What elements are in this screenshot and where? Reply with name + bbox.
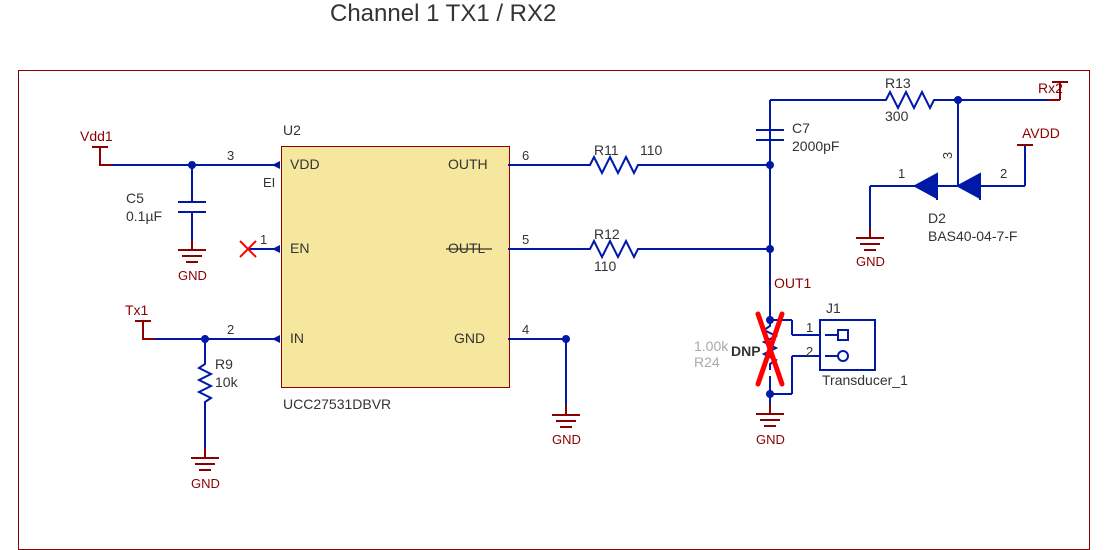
j1-name: Transducer_1	[822, 372, 908, 388]
net-rx2: Rx2	[1038, 80, 1063, 96]
resistor-r12	[584, 241, 644, 257]
r13-ref: R13	[885, 75, 911, 91]
gnd-symbol	[756, 404, 784, 426]
c7-ref: C7	[792, 120, 810, 136]
r13-val: 300	[885, 108, 908, 124]
net-out1: OUT1	[774, 275, 811, 291]
pin-outl-num: 5	[522, 232, 529, 247]
diode-d2	[890, 172, 1010, 200]
d2-pin1: 1	[898, 166, 905, 181]
c5-val: 0.1µF	[126, 208, 162, 224]
c5-ref: C5	[126, 190, 144, 206]
pin-in-name: IN	[290, 330, 304, 346]
pin-outh-name: OUTH	[448, 156, 488, 172]
connector-j1	[792, 320, 875, 370]
net-tx1: Tx1	[125, 302, 148, 318]
net-avdd: AVDD	[1022, 125, 1060, 141]
ei-text: EI	[263, 175, 275, 190]
gnd-label-r24: GND	[756, 432, 785, 447]
u2-part: UCC27531DBVR	[283, 396, 391, 412]
capacitor-c7	[756, 115, 784, 165]
resistor-r9	[199, 358, 211, 448]
r24-dnp: DNP	[731, 343, 761, 359]
r11-val: 110	[640, 142, 662, 158]
schematic-wires	[0, 0, 1110, 550]
pin-en-num: 1	[260, 232, 267, 247]
d2-ref: D2	[928, 210, 946, 226]
r9-val: 10k	[215, 374, 238, 390]
gnd-label-c5: GND	[178, 268, 207, 283]
u2-refdes: U2	[283, 122, 301, 138]
r11-ref: R11	[594, 142, 619, 158]
schematic-canvas: Channel 1 TX1 / RX2	[0, 0, 1110, 550]
d2-val: BAS40-04-7-F	[928, 228, 1017, 244]
r12-ref: R12	[594, 226, 620, 242]
d2-pin2: 2	[1000, 166, 1007, 181]
net-vdd1: Vdd1	[80, 128, 113, 144]
pin-outh-num: 6	[522, 148, 529, 163]
gnd-symbol	[178, 240, 206, 262]
r12-val: 110	[594, 258, 616, 274]
resistor-r11	[584, 157, 644, 173]
pin-gnd-name: GND	[454, 330, 485, 346]
j1-ref: J1	[826, 300, 841, 316]
r9-ref: R9	[215, 356, 233, 372]
r24-ref: R24	[694, 354, 720, 370]
pin-in-num: 2	[227, 322, 234, 337]
pin-gnd-num: 4	[522, 322, 529, 337]
gnd-label-r9: GND	[191, 476, 220, 491]
j1-pin2: 2	[806, 344, 813, 359]
r24-val: 1.00k	[694, 338, 728, 354]
j1-pin1: 1	[806, 320, 813, 335]
pin-en-name: EN	[290, 240, 309, 256]
pin-vdd-name: VDD	[290, 156, 320, 172]
gnd-symbol	[552, 405, 580, 427]
gnd-symbol	[856, 228, 884, 250]
gnd-symbol	[191, 448, 219, 470]
capacitor-c5	[178, 195, 206, 240]
pin-vdd-num: 3	[227, 148, 234, 163]
d2-pin3: 3	[940, 152, 955, 159]
gnd-label-pin4: GND	[552, 432, 581, 447]
pin-outl-name: OUTL	[448, 240, 485, 256]
gnd-label-d2: GND	[856, 254, 885, 269]
resistor-r13	[880, 92, 940, 108]
c7-val: 2000pF	[792, 138, 839, 154]
